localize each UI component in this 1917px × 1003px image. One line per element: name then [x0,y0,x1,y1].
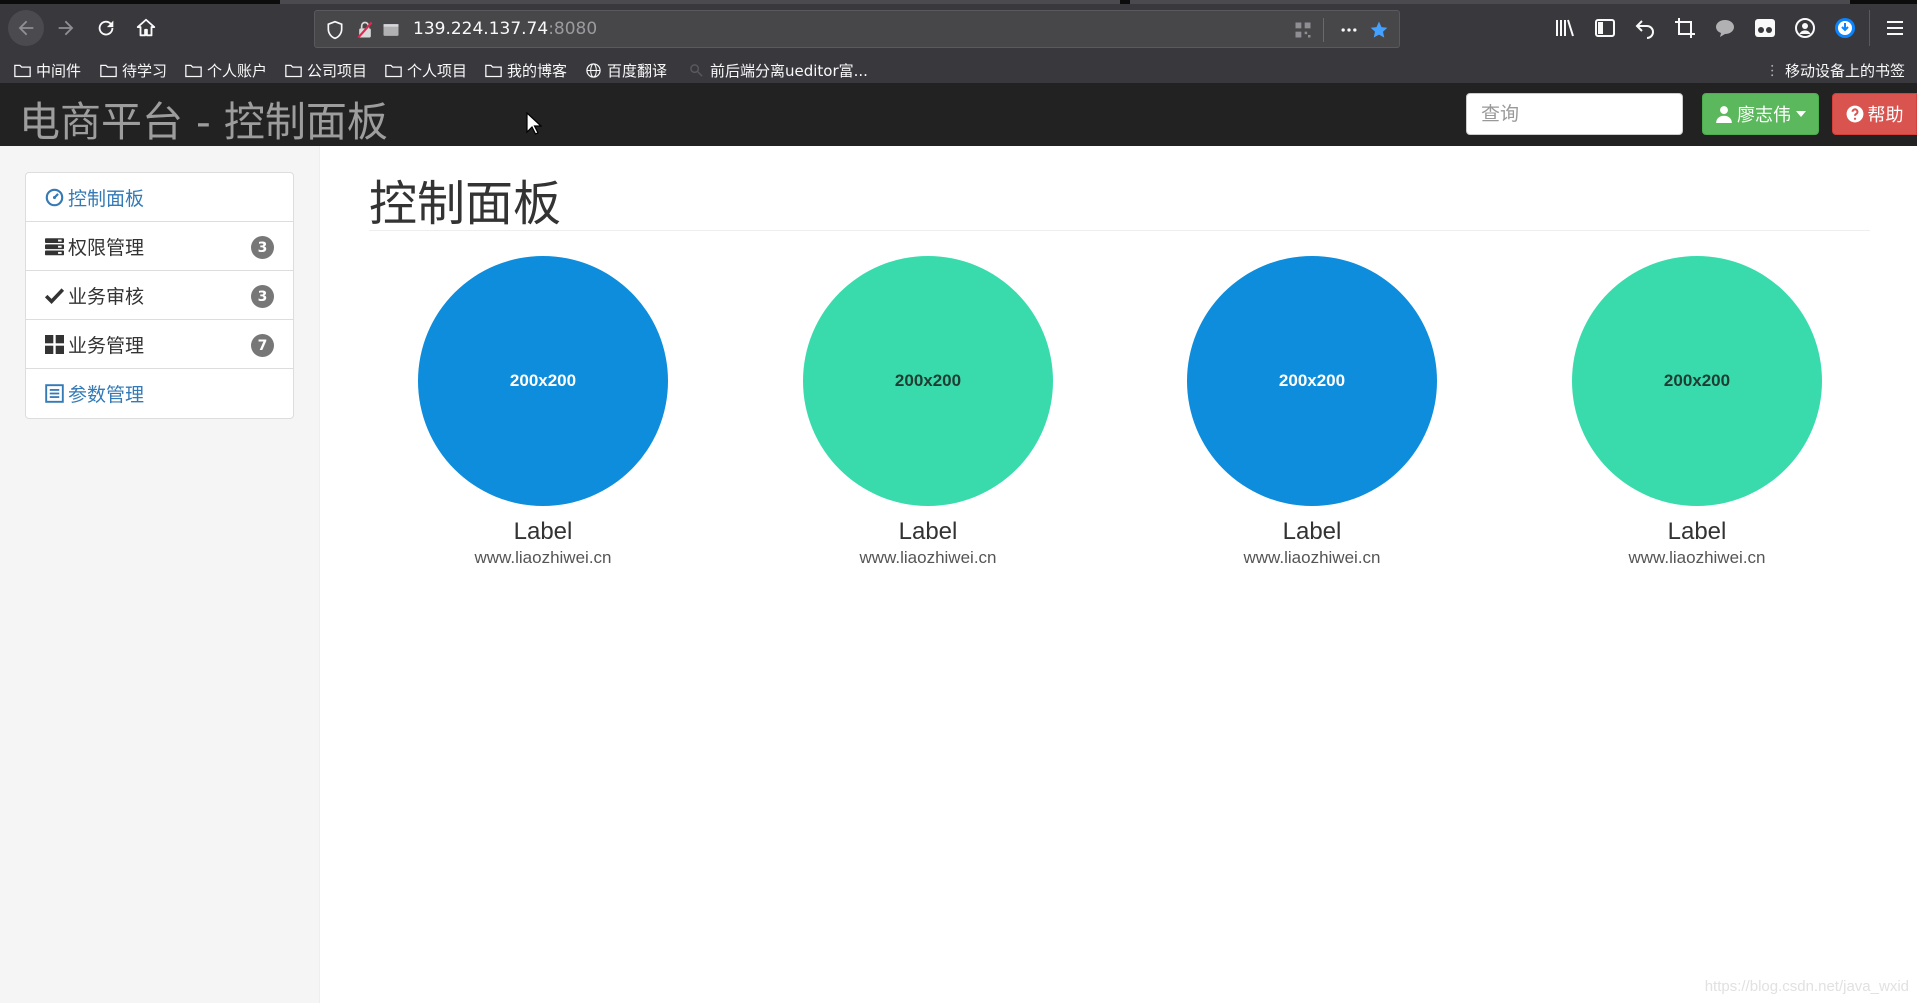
sidebar-item-review[interactable]: 业务审核 3 [26,271,293,320]
sidebar: 控制面板 权限管理 3 业务审核 3 业务管理 7 参数管理 [0,146,320,1003]
grid-icon [45,334,64,354]
mobile-bookmarks-icon [1771,64,1774,76]
placeholder-image[interactable]: 200x200 [418,256,668,506]
dashboard-tile[interactable]: 200x200 Label www.liaozhiwei.cn [1187,256,1437,568]
dashboard-tile[interactable]: 200x200 Label www.liaozhiwei.cn [803,256,1053,568]
tile-subtext: www.liaozhiwei.cn [859,548,997,567]
help-button[interactable]: 帮助 [1832,93,1917,135]
list-icon [45,384,64,403]
crop-icon[interactable] [1673,16,1697,40]
bookmark-link[interactable]: 百度翻译 [585,59,667,81]
tile-subtext: www.liaozhiwei.cn [1243,548,1381,567]
placeholder-image[interactable]: 200x200 [1572,256,1822,506]
bookmark-link[interactable]: 前后端分离ueditor富... [688,59,868,81]
dashboard-tile[interactable]: 200x200 Label www.liaozhiwei.cn [418,256,668,568]
tile-label: Label [513,518,573,545]
sidebar-menu: 控制面板 权限管理 3 业务审核 3 业务管理 7 参数管理 [25,172,294,419]
back-button[interactable] [8,10,44,46]
page-title: 控制面板 [369,176,562,232]
placeholder-image[interactable]: 200x200 [1187,256,1437,506]
mobile-bookmarks[interactable]: 移动设备上的书签 [1770,59,1905,81]
count-badge: 7 [251,334,274,357]
search-input[interactable] [1466,93,1683,135]
account-icon[interactable] [1793,16,1817,40]
folder-icon [100,64,117,77]
url-bar-separator [1323,18,1324,42]
tasks-icon [45,237,64,255]
sidebar-item-permissions[interactable]: 权限管理 3 [26,222,293,271]
brand-title[interactable]: 电商平台 - 控制面板 [19,88,388,148]
insecure-lock-icon[interactable] [355,20,375,40]
chat-icon[interactable] [1713,16,1737,40]
checkmark-icon [45,287,64,304]
folder-icon [185,64,202,77]
home-icon [136,18,156,37]
count-badge: 3 [251,285,274,308]
extension-icon[interactable] [1753,16,1777,40]
toolbar-separator [1869,10,1870,46]
dashboard-icon [45,188,64,206]
placeholder-image[interactable]: 200x200 [803,256,1053,506]
tile-label: Label [1282,518,1342,545]
reload-button[interactable] [88,10,124,46]
folder-icon [285,64,302,77]
download-icon[interactable] [1833,16,1857,40]
page-icon [690,63,703,77]
bookmark-folder[interactable]: 中间件 [14,59,81,81]
folder-icon [485,64,502,77]
caret-down-icon [1796,111,1806,117]
tile-label: Label [1667,518,1727,545]
globe-icon [586,62,601,78]
url-text[interactable]: 139.224.137.74:8080 [413,19,597,39]
arrow-left-icon [18,20,34,36]
library-icon[interactable] [1553,16,1577,40]
shield-icon[interactable] [325,20,345,40]
bookmark-folder[interactable]: 我的博客 [485,59,567,81]
qr-code-icon[interactable] [1293,20,1313,40]
bookmarks-bar: 中间件 待学习 个人账户 公司项目 个人项目 我的博客 百度翻译 前后端分离ue… [0,57,1917,83]
bookmark-folder[interactable]: 公司项目 [285,59,367,81]
sidebar-item-business[interactable]: 业务管理 7 [26,320,293,369]
count-badge: 3 [251,236,274,259]
sidebar-icon[interactable] [1593,16,1617,40]
folder-icon [385,64,402,77]
reload-icon [98,20,114,36]
user-dropdown-button[interactable]: 廖志伟 [1702,93,1819,135]
menu-icon[interactable] [1883,16,1907,40]
url-bar[interactable]: 139.224.137.74:8080 [314,10,1400,48]
sidebar-item-parameters[interactable]: 参数管理 [26,369,293,418]
folder-icon [14,64,31,77]
tile-subtext: www.liaozhiwei.cn [474,548,612,567]
tile-subtext: www.liaozhiwei.cn [1628,548,1766,567]
bookmark-folder[interactable]: 个人账户 [185,59,267,81]
tile-label: Label [898,518,958,545]
bookmark-star-icon[interactable] [1369,20,1389,40]
browser-toolbar: 139.224.137.74:8080 [0,0,1917,57]
title-divider [369,230,1870,231]
user-icon [1716,106,1732,123]
more-actions-icon[interactable] [1339,20,1359,40]
arrow-right-icon [58,20,74,36]
undo-icon[interactable] [1633,16,1657,40]
dashboard-tile[interactable]: 200x200 Label www.liaozhiwei.cn [1572,256,1822,568]
page-info-icon[interactable] [381,20,401,40]
question-circle-icon [1846,105,1863,123]
bookmark-folder[interactable]: 个人项目 [385,59,467,81]
app-navbar: 电商平台 - 控制面板 廖志伟 帮助 [0,83,1917,146]
tab-segment[interactable] [280,0,1120,4]
sidebar-item-dashboard[interactable]: 控制面板 [26,173,293,222]
bookmark-folder[interactable]: 待学习 [100,59,167,81]
watermark: https://blog.csdn.net/java_wxid [1704,978,1909,995]
tab-segment[interactable] [1130,0,1850,4]
mouse-cursor-icon [526,112,542,135]
tab-strip [0,0,1917,4]
home-button[interactable] [128,10,164,46]
forward-button[interactable] [48,10,84,46]
